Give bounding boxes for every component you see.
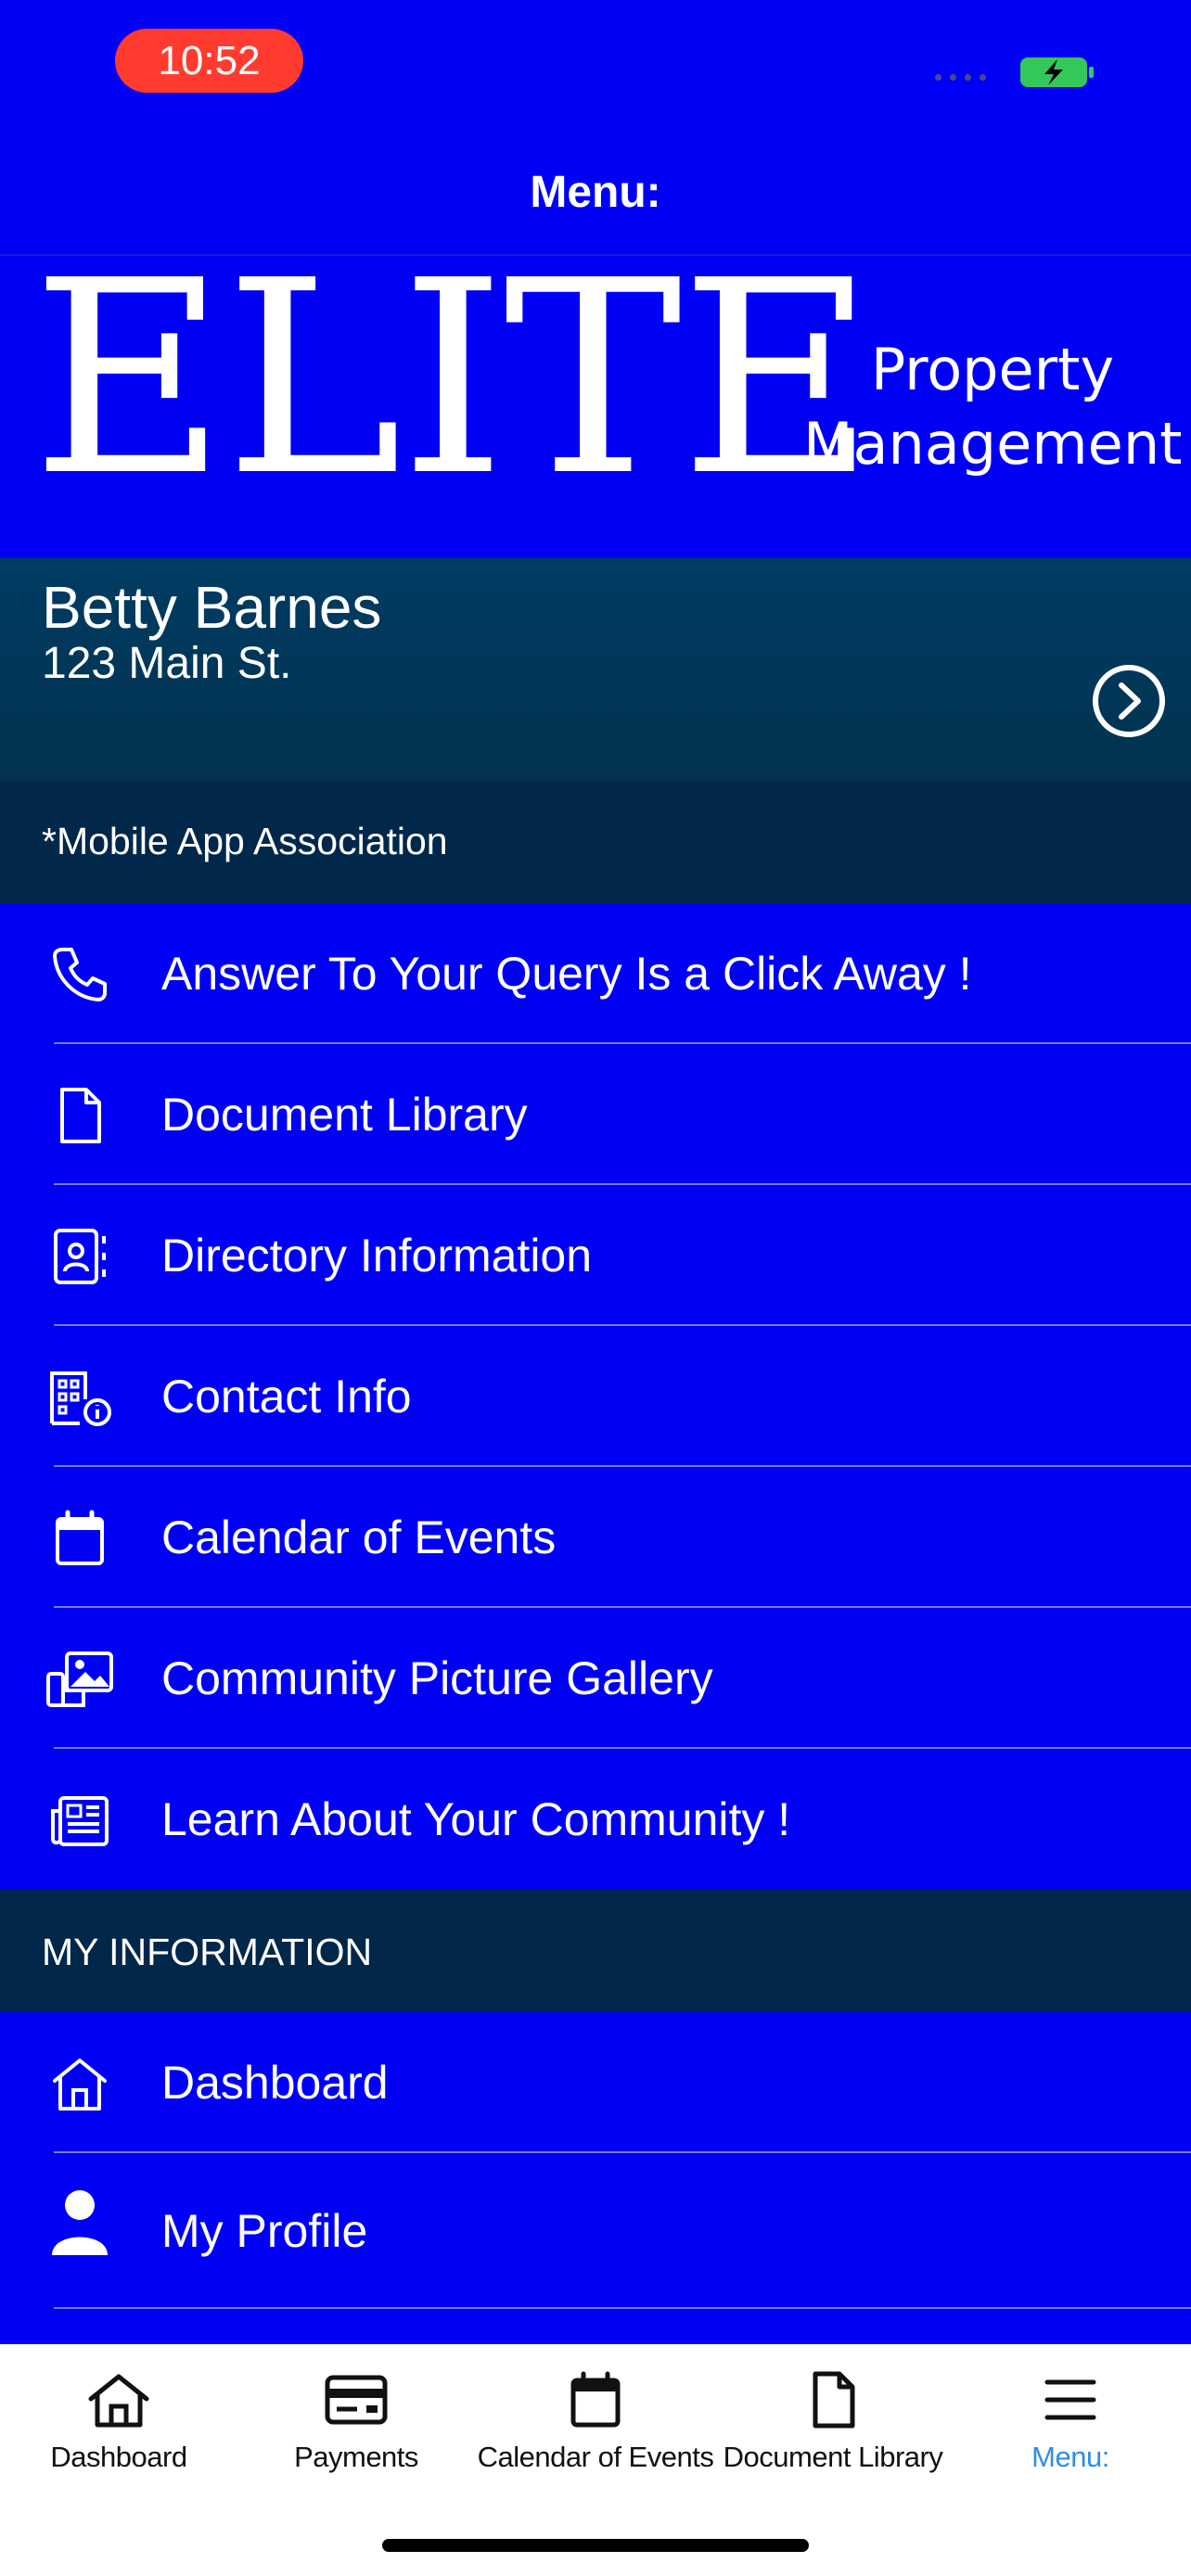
tab-label: Document Library: [723, 2441, 943, 2473]
chevron-right-circle-icon[interactable]: [1091, 663, 1167, 739]
tab-label: Calendar of Events: [477, 2441, 714, 2473]
calendar-icon: [477, 2363, 714, 2437]
tab-payments[interactable]: Payments: [237, 2363, 475, 2493]
row-divider: [54, 2307, 1191, 2309]
status-time: 10:52: [115, 29, 303, 93]
tab-calendar-of-events[interactable]: Calendar of Events: [477, 2363, 714, 2493]
menu-item-label: Learn About Your Community !: [161, 1793, 791, 1845]
menu-item-label: Directory Information: [161, 1230, 593, 1282]
section-title: MY INFORMATION: [42, 1931, 373, 1973]
menu-item-learn-community[interactable]: Learn About Your Community !: [0, 1749, 1191, 1890]
newspaper-icon: [43, 1790, 117, 1851]
menu-item-label: Calendar of Events: [161, 1511, 557, 1563]
menu-item-label: Document Library: [161, 1089, 528, 1141]
signal-icon: [935, 74, 986, 81]
menu-item-label: Answer To Your Query Is a Click Away !: [161, 948, 972, 1000]
home-icon: [43, 2053, 117, 2114]
tab-dashboard[interactable]: Dashboard: [0, 2363, 237, 2493]
battery-charging-icon: [1020, 57, 1094, 87]
menu-item-label: Dashboard: [161, 2057, 389, 2109]
menu-item-label: Contact Info: [161, 1371, 412, 1422]
menu-item-community-gallery[interactable]: Community Picture Gallery: [0, 1608, 1191, 1749]
logo-tagline-line2: Management: [803, 410, 1183, 478]
menu-item-calendar-of-events[interactable]: Calendar of Events: [0, 1467, 1191, 1608]
menu-item-my-profile[interactable]: My Profile: [0, 2153, 1191, 2309]
menu-item-answer-query[interactable]: Answer To Your Query Is a Click Away !: [0, 903, 1191, 1044]
person-icon: [43, 2190, 117, 2255]
contact-card-icon: [43, 1226, 117, 1287]
tab-label: Dashboard: [50, 2441, 187, 2473]
calendar-icon: [43, 1508, 117, 1569]
menu-item-label: My Profile: [161, 2205, 368, 2257]
tab-document-library[interactable]: Document Library: [714, 2363, 952, 2493]
page-title: Menu:: [530, 168, 661, 217]
payment-card-icon: [237, 2363, 475, 2437]
hamburger-menu-icon: [952, 2363, 1189, 2437]
home-icon: [0, 2363, 237, 2437]
tab-label: Menu:: [1031, 2441, 1109, 2473]
logo-tagline-line1: Property: [870, 336, 1115, 403]
document-icon: [43, 1085, 117, 1146]
gallery-icon: [43, 1649, 117, 1710]
document-icon: [714, 2363, 952, 2437]
menu-item-dashboard[interactable]: Dashboard: [0, 2012, 1191, 2153]
tab-menu[interactable]: Menu:: [952, 2363, 1189, 2493]
menu-item-contact-info[interactable]: Contact Info: [0, 1326, 1191, 1467]
logo-wordmark: ELITE: [32, 223, 876, 534]
profile-address: 123 Main St.: [42, 639, 292, 688]
menu-item-document-library[interactable]: Document Library: [0, 1044, 1191, 1185]
menu-item-directory-information[interactable]: Directory Information: [0, 1185, 1191, 1326]
profile-name: Betty Barnes: [42, 574, 382, 641]
phone-icon: [43, 944, 117, 1005]
tab-label: Payments: [294, 2441, 418, 2473]
association-label: *Mobile App Association: [42, 820, 448, 862]
menu-item-label: Community Picture Gallery: [161, 1652, 713, 1704]
home-indicator: [382, 2539, 809, 2552]
building-info-icon: [43, 1367, 117, 1428]
